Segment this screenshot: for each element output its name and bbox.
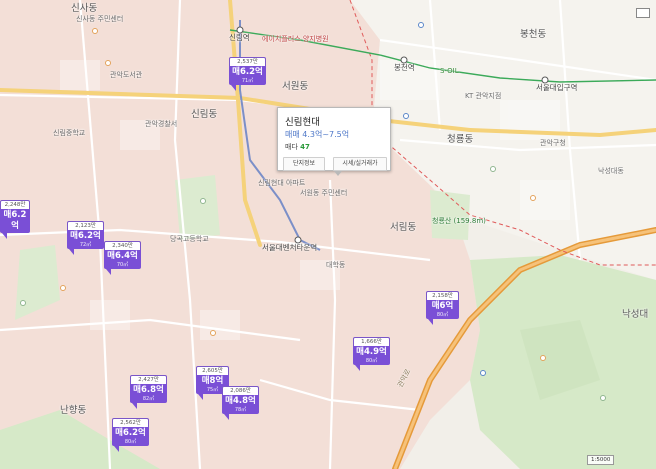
label-venture-station: 서울대벤처타운역 (262, 243, 318, 252)
marker-price: 매6억 (431, 301, 454, 311)
map-view[interactable]: 신사동 신사동 주민센터 신림역 에이치플러스 양지병원 신림동 서원동 서림동… (0, 0, 656, 469)
label-sillim-station: 신림역 (229, 33, 250, 42)
label-seowon-dong: 서원동 (282, 81, 309, 92)
marker-tail (132, 403, 137, 409)
label-sillim-dong: 신림동 (191, 109, 218, 120)
marker-count: 2,086만 (222, 386, 259, 395)
school-icon (105, 60, 111, 66)
marker-tail (106, 269, 111, 275)
popup-name: 신림현대 (285, 117, 320, 128)
marker-tail (355, 365, 360, 371)
complex-info-button[interactable]: 단지정보 (283, 157, 325, 171)
marker-price: 매6.2억 (70, 231, 101, 241)
marker-price: 매4.8억 (225, 396, 256, 406)
label-middle-school: 신림중학교 (53, 129, 86, 137)
label-seowon-center: 서원동 주민센터 (300, 189, 348, 197)
price-marker[interactable]: 2,537만 매6.2억 71㎡ (229, 57, 266, 91)
map-scale: 1:5000 (587, 455, 615, 465)
label-nakseong-dong: 낙성대동 (598, 167, 624, 175)
price-marker[interactable]: 2,340만 매6.4억 70㎡ (104, 241, 141, 275)
building-icon (403, 113, 409, 119)
building-icon (418, 22, 424, 28)
price-marker[interactable]: 2,158만 매6억 80㎡ (426, 291, 459, 325)
popup-price: 매매 4.3억~7.5억 (285, 130, 350, 139)
marker-area: 78㎡ (234, 407, 247, 413)
marker-area: 71㎡ (241, 78, 254, 84)
label-nakseong: 낙성대 (622, 309, 649, 320)
label-gwanak-gu: 관악구청 (540, 139, 566, 147)
marker-count: 2,562만 (112, 418, 149, 427)
building-icon (480, 370, 486, 376)
marker-tail (231, 85, 236, 91)
price-marker[interactable]: 1,666만 매4.9억 80㎡ (353, 337, 390, 371)
marker-price: 매6.2억 (115, 428, 146, 438)
marker-count: 1,666만 (353, 337, 390, 346)
park-icon (490, 166, 496, 172)
marker-count: 2,605만 (196, 366, 229, 375)
marker-count: 2,158만 (426, 291, 459, 300)
label-kt: KT 관악지점 (465, 92, 502, 100)
marker-count: 2,248만 (0, 200, 30, 209)
school-icon (210, 330, 216, 336)
label-hyundai-apt: 신림현대 아파트 (258, 179, 306, 187)
marker-price: 매6.2억 (232, 67, 263, 77)
marker-area: 80㎡ (365, 358, 378, 364)
label-daehak: 대학동 (326, 261, 346, 269)
marker-count: 2,537만 (229, 57, 266, 66)
marker-count: 2,340만 (104, 241, 141, 250)
popup-tail (334, 171, 342, 176)
realprice-button[interactable]: 시세/실거래가 (333, 157, 387, 171)
marker-tail (114, 446, 119, 452)
label-brand: 에이치플러스 양지병원 (262, 35, 329, 43)
price-marker[interactable]: 2,086만 매4.8억 78㎡ (222, 386, 259, 420)
marker-tail (2, 233, 7, 239)
label-bongcheon-dong: 봉천동 (520, 29, 547, 40)
marker-price: 매4.9억 (356, 347, 387, 357)
marker-area: 80㎡ (436, 312, 449, 318)
marker-area: 80㎡ (124, 439, 137, 445)
marker-tail (69, 249, 74, 255)
label-library: 관악도서관 (110, 71, 143, 79)
label-sinsa-center: 신사동 주민센터 (76, 15, 124, 23)
marker-price: 매6.2억 (3, 210, 27, 231)
label-seorim-dong: 서림동 (390, 222, 417, 233)
marker-price: 매6.8억 (133, 385, 164, 395)
price-marker[interactable]: 2,248만 매6.2억 (0, 200, 30, 239)
popup-count: 매다 47 (285, 143, 310, 151)
label-bongcheon: 봉천역 (394, 63, 415, 72)
marker-count: 2,427만 (130, 375, 167, 384)
marker-tail (198, 394, 203, 400)
park-icon (600, 395, 606, 401)
map-control-icon[interactable] (636, 8, 650, 18)
marker-area: 72㎡ (79, 242, 92, 248)
price-marker[interactable]: 2,123만 매6.2억 72㎡ (67, 221, 104, 255)
park-icon (200, 198, 206, 204)
price-marker[interactable]: 2,427만 매6.8억 82㎡ (130, 375, 167, 409)
label-sinsa: 신사동 (71, 3, 98, 14)
school-icon (540, 355, 546, 361)
price-marker[interactable]: 2,562만 매6.2억 80㎡ (112, 418, 149, 452)
label-dangok: 당곡고등학교 (170, 235, 209, 243)
marker-tail (428, 319, 433, 325)
marker-tail (224, 414, 229, 420)
label-police: 관악경찰서 (145, 120, 178, 128)
label-s-oil: S-OIL (440, 67, 459, 75)
label-cheongryong-dong: 청룡동 (447, 134, 474, 145)
school-icon (92, 28, 98, 34)
park-icon (20, 300, 26, 306)
school-icon (530, 195, 536, 201)
marker-price: 매6.4억 (107, 251, 138, 261)
label-cheonryongsan: 청룡산 (159.8m) (432, 217, 486, 225)
marker-area: 70㎡ (116, 262, 129, 268)
school-icon (60, 285, 66, 291)
label-nanhyang: 난향동 (60, 405, 87, 416)
label-seoul-univ-station: 서울대입구역 (536, 83, 578, 92)
apartment-popup: 신림현대 매매 4.3억~7.5억 매다 47 단지정보 시세/실거래가 (277, 107, 391, 176)
marker-area: 82㎡ (142, 396, 155, 402)
marker-count: 2,123만 (67, 221, 104, 230)
